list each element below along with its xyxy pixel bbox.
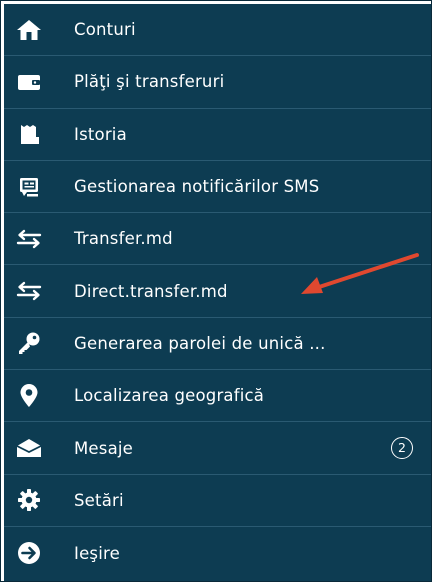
menu-item-label: Istoria [74,124,127,144]
menu-item-label: Plăţi şi transferuri [74,72,225,92]
key-icon [16,331,42,355]
menu-item-conturi[interactable]: Conturi [4,4,431,57]
menu-item-label: Setări [74,490,124,510]
menu-item-iesire[interactable]: Ieşire [4,527,431,579]
menu-item-localizare[interactable]: Localizarea geografică [4,370,431,423]
menu-item-label: Conturi [74,20,136,40]
menu-item-direct-transfer-md[interactable]: Direct.transfer.md [4,265,431,318]
transfer-arrows-icon [16,279,42,303]
wallet-icon [16,70,42,94]
menu-item-mesaje[interactable]: Mesaje 2 [4,422,431,475]
menu-item-label: Direct.transfer.md [74,281,228,301]
menu-item-label: Localizarea geografică [74,386,265,406]
sidebar-frame: Conturi Plăţi şi transferuri Istoria Ges… [0,0,432,582]
sms-notification-icon [16,175,42,199]
transfer-arrows-icon [16,227,42,251]
menu-item-generare-parola[interactable]: Generarea parolei de unică ... [4,318,431,371]
menu-item-plati-transferuri[interactable]: Plăţi şi transferuri [4,56,431,109]
home-icon [16,18,42,42]
menu-item-label: Mesaje [74,438,134,458]
location-pin-icon [16,383,42,408]
menu-item-istoria[interactable]: Istoria [4,109,431,161]
menu-item-sms-notificari[interactable]: Gestionarea notificărilor SMS [4,161,431,214]
navigation-menu: Conturi Plăţi şi transferuri Istoria Ges… [4,4,431,581]
gear-icon [16,488,42,512]
menu-item-transfer-md[interactable]: Transfer.md [4,213,431,266]
exit-arrow-icon [16,541,42,565]
menu-item-label: Generarea parolei de unică ... [74,333,326,353]
menu-item-setari[interactable]: Setări [4,475,431,527]
envelope-icon [16,436,42,460]
receipt-icon [16,122,42,146]
unread-count-badge: 2 [391,437,413,460]
menu-item-label: Gestionarea notificărilor SMS [74,177,320,197]
menu-item-label: Transfer.md [74,229,173,249]
menu-item-label: Ieşire [74,543,120,563]
